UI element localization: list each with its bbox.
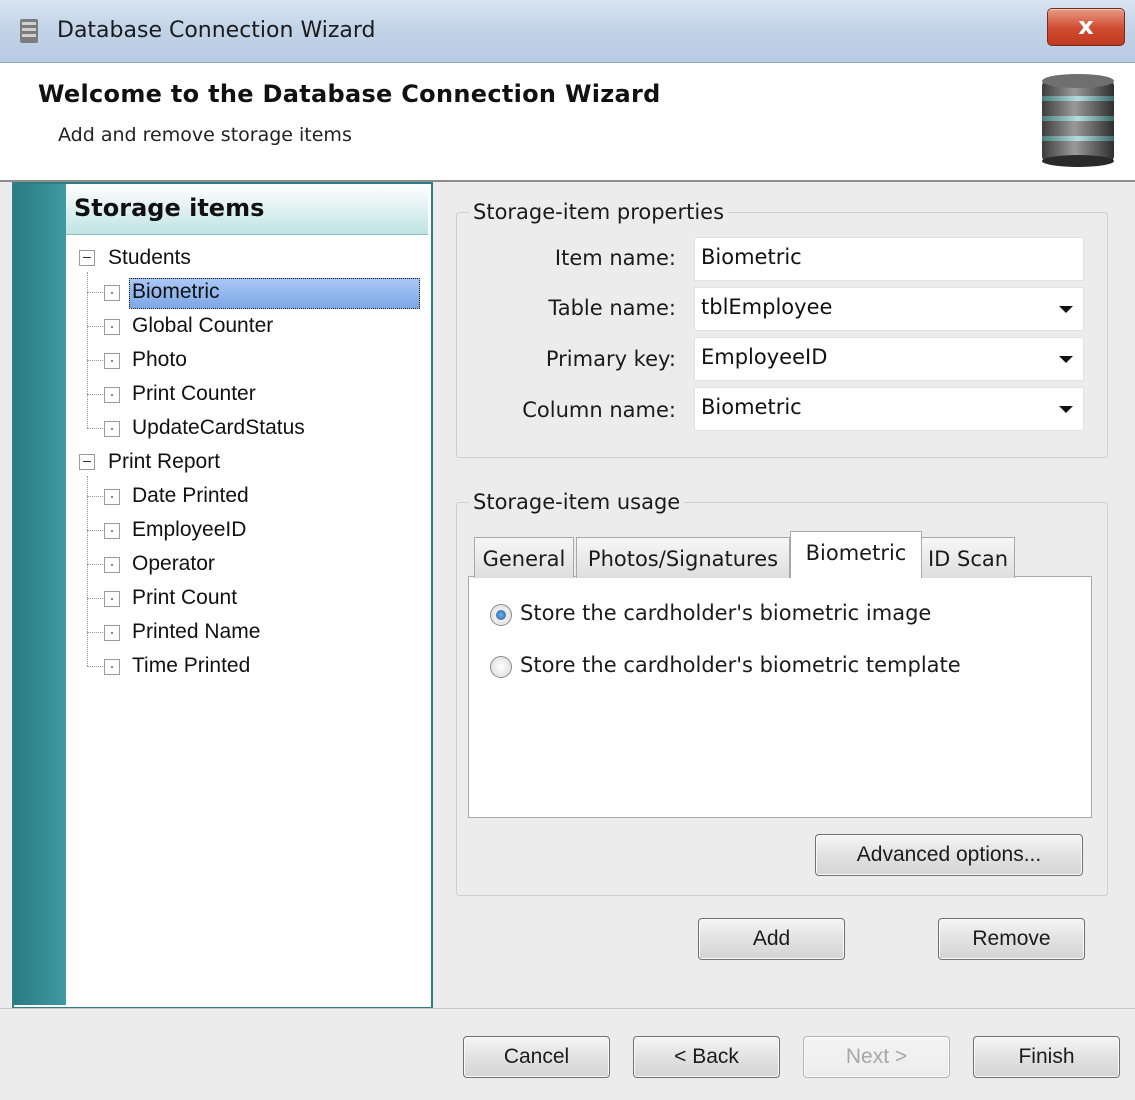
tree-item-date-printed[interactable]: Date Printed bbox=[132, 484, 249, 508]
page-title: Welcome to the Database Connection Wizar… bbox=[38, 80, 661, 108]
leaf-icon bbox=[104, 557, 120, 573]
leaf-icon bbox=[104, 421, 120, 437]
finish-label: Finish bbox=[1018, 1045, 1075, 1068]
tree-item-printed-name[interactable]: Printed Name bbox=[132, 620, 260, 644]
tree-line bbox=[87, 394, 103, 395]
back-label: < Back bbox=[674, 1045, 739, 1068]
radio-biometric-image[interactable] bbox=[490, 604, 512, 626]
table-name-value: tblEmployee bbox=[701, 295, 833, 319]
tree-line bbox=[87, 360, 103, 361]
radio-biometric-template-label[interactable]: Store the cardholder's biometric templat… bbox=[520, 653, 961, 677]
tree-line bbox=[87, 632, 103, 633]
close-button[interactable]: x bbox=[1047, 8, 1125, 46]
page-subtitle: Add and remove storage items bbox=[58, 124, 352, 146]
leaf-icon bbox=[104, 387, 120, 403]
leaf-icon bbox=[104, 353, 120, 369]
next-button[interactable]: Next > bbox=[803, 1036, 950, 1078]
add-button[interactable]: Add bbox=[698, 918, 845, 960]
tree-node-print-report[interactable]: Print Report bbox=[108, 450, 220, 474]
tree-line bbox=[87, 326, 103, 327]
tree-line bbox=[87, 666, 103, 667]
primary-key-label: Primary key: bbox=[545, 347, 676, 371]
window-title: Database Connection Wizard bbox=[57, 18, 376, 43]
tree-line bbox=[87, 428, 103, 429]
tab-biometric[interactable]: Biometric bbox=[790, 531, 922, 578]
tab-general-label: General bbox=[482, 547, 566, 571]
tree-item-updatecardstatus[interactable]: UpdateCardStatus bbox=[132, 416, 305, 440]
remove-label: Remove bbox=[972, 927, 1051, 950]
properties-group-title: Storage-item properties bbox=[469, 200, 729, 224]
tree-line bbox=[87, 272, 88, 428]
tab-photos-signatures[interactable]: Photos/Signatures bbox=[576, 537, 790, 578]
collapse-icon[interactable] bbox=[79, 250, 95, 266]
chevron-down-icon bbox=[1059, 356, 1073, 363]
tab-photos-signatures-label: Photos/Signatures bbox=[587, 547, 779, 571]
close-icon: x bbox=[1078, 12, 1094, 40]
leaf-icon bbox=[104, 625, 120, 641]
radio-biometric-image-label[interactable]: Store the cardholder's biometric image bbox=[520, 601, 931, 625]
tree-item-operator[interactable]: Operator bbox=[132, 552, 215, 576]
leaf-icon bbox=[104, 591, 120, 607]
leaf-icon bbox=[104, 285, 120, 301]
finish-button[interactable]: Finish bbox=[973, 1036, 1120, 1078]
table-name-dropdown[interactable]: tblEmployee bbox=[694, 287, 1084, 331]
primary-key-value: EmployeeID bbox=[701, 345, 828, 369]
panel-accent-bar bbox=[14, 184, 66, 1005]
tab-general[interactable]: General bbox=[474, 537, 574, 578]
tab-id-scan[interactable]: ID Scan bbox=[921, 537, 1015, 578]
next-label: Next > bbox=[845, 1045, 908, 1068]
database-app-icon bbox=[20, 19, 38, 43]
column-name-label: Column name: bbox=[522, 398, 676, 422]
remove-button[interactable]: Remove bbox=[938, 918, 1085, 960]
leaf-icon bbox=[104, 659, 120, 675]
item-name-field[interactable]: Biometric bbox=[694, 237, 1084, 281]
storage-items-header: Storage items bbox=[66, 184, 428, 235]
database-icon bbox=[1042, 74, 1114, 167]
tree-item-print-counter[interactable]: Print Counter bbox=[132, 382, 256, 406]
cancel-label: Cancel bbox=[503, 1045, 570, 1068]
leaf-icon bbox=[104, 319, 120, 335]
tree-line bbox=[87, 496, 103, 497]
cancel-button[interactable]: Cancel bbox=[463, 1036, 610, 1078]
tab-biometric-label: Biometric bbox=[805, 541, 907, 565]
leaf-icon bbox=[104, 489, 120, 505]
tree-item-employeeid[interactable]: EmployeeID bbox=[132, 518, 246, 542]
table-name-label: Table name: bbox=[548, 296, 676, 320]
item-name-label: Item name: bbox=[554, 246, 676, 270]
collapse-icon[interactable] bbox=[79, 454, 95, 470]
primary-key-dropdown[interactable]: EmployeeID bbox=[694, 337, 1084, 381]
chevron-down-icon bbox=[1059, 306, 1073, 313]
tree-line bbox=[87, 598, 103, 599]
tree-line bbox=[87, 564, 103, 565]
tree-item-print-count[interactable]: Print Count bbox=[132, 586, 237, 610]
tree-item-time-printed[interactable]: Time Printed bbox=[132, 654, 250, 678]
tab-id-scan-label: ID Scan bbox=[927, 547, 1009, 571]
tree-item-biometric[interactable]: Biometric bbox=[132, 280, 220, 304]
item-name-value: Biometric bbox=[701, 245, 802, 269]
tree-line bbox=[87, 530, 103, 531]
add-label: Add bbox=[752, 927, 791, 950]
radio-biometric-template[interactable] bbox=[490, 656, 512, 678]
tree-item-photo[interactable]: Photo bbox=[132, 348, 187, 372]
leaf-icon bbox=[104, 523, 120, 539]
advanced-options-label: Advanced options... bbox=[856, 843, 1042, 866]
tree-line bbox=[87, 476, 88, 666]
usage-group-title: Storage-item usage bbox=[469, 490, 685, 514]
storage-items-title: Storage items bbox=[74, 194, 265, 222]
column-name-value: Biometric bbox=[701, 395, 802, 419]
tree-line bbox=[87, 292, 103, 293]
column-name-dropdown[interactable]: Biometric bbox=[694, 387, 1084, 431]
tree-item-global-counter[interactable]: Global Counter bbox=[132, 314, 273, 338]
tree-node-students[interactable]: Students bbox=[108, 246, 191, 270]
back-button[interactable]: < Back bbox=[633, 1036, 780, 1078]
chevron-down-icon bbox=[1059, 406, 1073, 413]
advanced-options-button[interactable]: Advanced options... bbox=[815, 834, 1083, 876]
